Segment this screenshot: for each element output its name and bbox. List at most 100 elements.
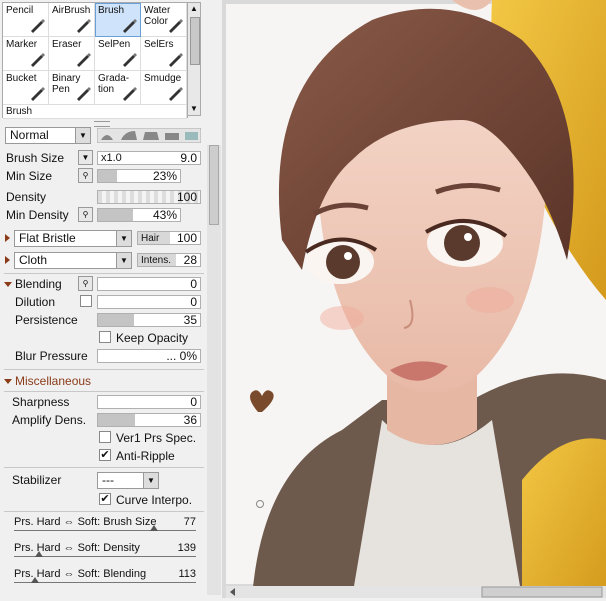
blending-pressure-icon[interactable]: ⚲ bbox=[78, 276, 93, 291]
tool-bucket[interactable]: Bucket bbox=[3, 71, 49, 105]
tool-eraser[interactable]: Eraser bbox=[49, 37, 95, 71]
texture1-row: Flat Bristle ▼ Hair 100 bbox=[0, 230, 206, 247]
texture2-row: Cloth ▼ Intens. 28 bbox=[0, 252, 206, 269]
panel-scroll-thumb[interactable] bbox=[209, 145, 219, 225]
watercolor-icon bbox=[167, 17, 183, 33]
misc-section-title[interactable]: Miscellaneous bbox=[15, 374, 91, 388]
pressure-marker-icon[interactable] bbox=[150, 525, 159, 531]
right-iris bbox=[444, 225, 480, 261]
sharpness-value: 0 bbox=[190, 395, 197, 409]
collapse-arrow-icon[interactable] bbox=[4, 379, 12, 384]
right-eye-highlight bbox=[464, 233, 472, 241]
bucket-icon bbox=[29, 85, 45, 101]
dilution-checkbox[interactable] bbox=[80, 295, 92, 307]
collapse-arrow-icon[interactable] bbox=[4, 282, 12, 287]
blend-mode-value: Normal bbox=[10, 128, 49, 142]
scroll-thumb[interactable] bbox=[190, 17, 200, 65]
tool-smudge[interactable]: Smudge bbox=[141, 71, 187, 105]
stabilizer-dropdown[interactable]: --- ▼ bbox=[97, 472, 159, 489]
divider bbox=[4, 511, 204, 512]
dilution-label: Dilution bbox=[15, 295, 56, 309]
panel-scrollbar[interactable] bbox=[207, 145, 221, 595]
tool-grada-tion[interactable]: Grada- tion bbox=[95, 71, 141, 105]
tool-brush[interactable]: Brush bbox=[95, 3, 141, 37]
tool-brush[interactable]: Brush bbox=[3, 105, 187, 119]
min-size-slider[interactable]: 23% bbox=[97, 169, 181, 183]
tool-selers[interactable]: SelErs bbox=[141, 37, 187, 71]
brush-size-label: Brush Size bbox=[6, 151, 65, 165]
left-eye-highlight bbox=[344, 252, 352, 260]
blend-mode-dropdown[interactable]: Normal ▼ bbox=[5, 127, 91, 144]
stabilizer-row: Stabilizer --- ▼ bbox=[0, 472, 206, 489]
texture2-dropdown[interactable]: Cloth ▼ bbox=[14, 252, 132, 269]
pressure-marker-icon[interactable] bbox=[35, 551, 44, 557]
scroll-down-arrow-icon[interactable]: ▼ bbox=[188, 103, 200, 115]
intensity-slider[interactable]: Intens. 28 bbox=[137, 253, 201, 267]
anti-ripple-checkbox[interactable]: ✔ bbox=[99, 449, 111, 461]
chevron-down-icon: ▼ bbox=[75, 128, 90, 143]
brush-shape-icons[interactable] bbox=[97, 128, 201, 143]
min-size-pressure-icon[interactable]: ⚲ bbox=[78, 168, 93, 183]
curve-interpo-checkbox[interactable]: ✔ bbox=[99, 493, 111, 505]
density-slider[interactable]: 100 bbox=[97, 190, 201, 204]
gradation-icon bbox=[121, 85, 137, 101]
tool-selpen[interactable]: SelPen bbox=[95, 37, 141, 71]
smudge-icon bbox=[167, 85, 183, 101]
divider bbox=[4, 273, 204, 274]
hair-slider[interactable]: Hair 100 bbox=[137, 231, 201, 245]
intens-value: 28 bbox=[183, 253, 197, 267]
divider bbox=[4, 369, 204, 370]
density-row: Density 100 bbox=[0, 189, 206, 206]
min-size-fill bbox=[98, 170, 117, 182]
expand-arrow-icon[interactable] bbox=[5, 256, 10, 264]
canvas-area[interactable] bbox=[222, 0, 606, 598]
selpen-icon bbox=[121, 51, 137, 67]
divider bbox=[4, 467, 204, 468]
min-density-slider[interactable]: 43% bbox=[97, 208, 181, 222]
amplify-fill bbox=[98, 414, 135, 426]
keep-opacity-checkbox[interactable] bbox=[99, 331, 111, 343]
tool-scrollbar[interactable]: ▲ ▼ bbox=[187, 2, 201, 116]
tool-water-color[interactable]: Water Color bbox=[141, 3, 187, 37]
dilution-row: Dilution 0 bbox=[0, 294, 206, 311]
pressure-label: Prs. Hard ⇔ Soft: Brush Size bbox=[14, 516, 157, 528]
texture1-dropdown[interactable]: Flat Bristle ▼ bbox=[14, 230, 132, 247]
illustration-canvas[interactable] bbox=[222, 0, 606, 598]
expand-arrow-icon[interactable] bbox=[5, 234, 10, 242]
blending-row: Blending ⚲ 0 bbox=[0, 276, 206, 293]
pressure-brush-size-row[interactable]: Prs. Hard ⇔ Soft: Brush Size 77 bbox=[14, 516, 200, 540]
scroll-up-arrow-icon[interactable]: ▲ bbox=[188, 3, 200, 15]
amplify-slider[interactable]: 36 bbox=[97, 413, 201, 427]
min-density-pressure-icon[interactable]: ⚲ bbox=[78, 207, 93, 222]
keep-opacity-row: Keep Opacity bbox=[0, 330, 206, 347]
pressure-density-row[interactable]: Prs. Hard ⇔ Soft: Density 139 bbox=[14, 542, 200, 566]
pressure-marker-icon[interactable] bbox=[30, 577, 39, 583]
amplify-row: Amplify Dens. 36 bbox=[0, 412, 206, 429]
tool-binary-pen[interactable]: Binary Pen bbox=[49, 71, 95, 105]
blending-slider[interactable]: 0 bbox=[97, 277, 201, 291]
tool-airbrush[interactable]: AirBrush bbox=[49, 3, 95, 37]
dilution-slider[interactable]: 0 bbox=[97, 295, 201, 309]
persistence-slider[interactable]: 35 bbox=[97, 313, 201, 327]
left-cheek bbox=[320, 306, 364, 330]
brush-icon bbox=[121, 17, 137, 33]
brush-size-slider[interactable]: x1.0 9.0 bbox=[97, 151, 201, 165]
blur-pressure-value: ... 0% bbox=[166, 349, 197, 363]
tool-marker[interactable]: Marker bbox=[3, 37, 49, 71]
keep-opacity-label: Keep Opacity bbox=[116, 331, 189, 345]
turtleneck-shape bbox=[352, 420, 522, 598]
sharpness-slider[interactable]: 0 bbox=[97, 395, 201, 409]
eraser-icon bbox=[75, 51, 91, 67]
ver1-checkbox[interactable] bbox=[99, 431, 111, 443]
pressure-track bbox=[14, 530, 196, 531]
pencil-icon bbox=[29, 17, 45, 33]
stabilizer-label: Stabilizer bbox=[12, 473, 62, 487]
blur-pressure-slider[interactable]: ... 0% bbox=[97, 349, 201, 363]
pressure-blending-row[interactable]: Prs. Hard ⇔ Soft: Blending 113 bbox=[14, 568, 200, 592]
min-size-label: Min Size bbox=[6, 169, 53, 183]
tool-pencil[interactable]: Pencil bbox=[3, 3, 49, 37]
tool-label: Bucket bbox=[6, 73, 37, 84]
intens-label: Intens. bbox=[141, 255, 172, 266]
size-mode-button[interactable]: ▼ bbox=[78, 150, 93, 165]
tool-label: Eraser bbox=[52, 39, 82, 50]
